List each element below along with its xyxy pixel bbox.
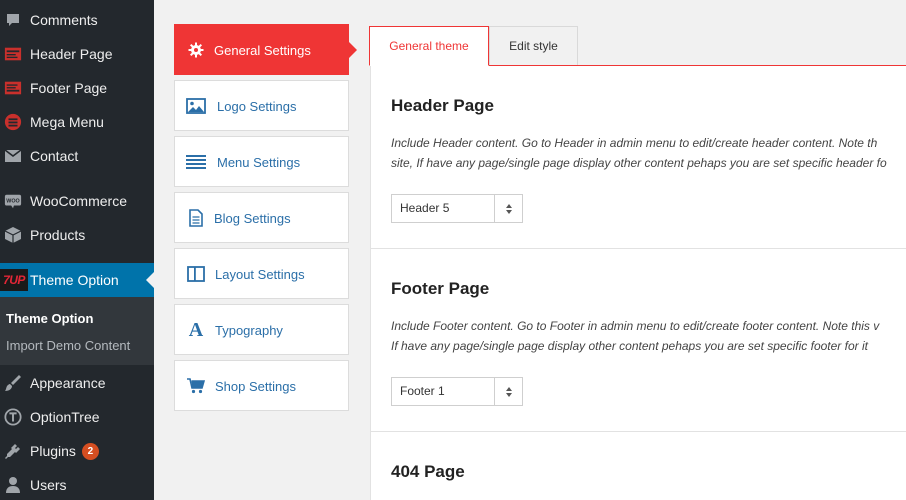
sidebar-item-label: OptionTree xyxy=(30,409,100,425)
sidebar-item-users[interactable]: Users xyxy=(0,468,154,500)
svg-text:WOO: WOO xyxy=(6,198,19,204)
sidebar-item-contact[interactable]: Contact xyxy=(0,139,154,173)
sidebar-item-label: Mega Menu xyxy=(30,114,104,130)
up-down-arrows-icon xyxy=(494,378,522,405)
sidebar-item-label: Appearance xyxy=(30,375,106,391)
user-icon xyxy=(4,476,22,494)
sidebar-item-mega-menu[interactable]: Mega Menu xyxy=(0,105,154,139)
sidebar-item-label: Contact xyxy=(30,148,79,164)
optiontree-icon xyxy=(4,408,22,426)
tab-edit-style[interactable]: Edit style xyxy=(489,26,578,66)
desc-line: If have any page/single page display oth… xyxy=(391,339,868,353)
settings-nav-label: Typography xyxy=(215,323,283,338)
sidebar-item-label: WooCommerce xyxy=(30,193,127,209)
cart-icon xyxy=(186,377,206,395)
section-title-404-page: 404 Page xyxy=(391,462,465,481)
woocommerce-icon: WOO xyxy=(4,192,22,210)
section-divider xyxy=(371,431,906,432)
menu-lines-icon xyxy=(186,153,206,171)
header-page-icon xyxy=(4,45,22,63)
sidebar-item-appearance[interactable]: Appearance xyxy=(0,366,154,400)
settings-nav-menu[interactable]: Menu Settings xyxy=(174,136,349,187)
select-value: Header 5 xyxy=(400,201,450,215)
desc-line: site, If have any page/single page displ… xyxy=(391,156,887,170)
section-divider xyxy=(371,248,906,249)
document-icon xyxy=(186,209,206,227)
7up-logo-icon: 7UP xyxy=(0,269,28,291)
settings-nav-label: Layout Settings xyxy=(215,267,305,282)
mega-menu-icon xyxy=(4,113,22,131)
sidebar-item-label: Products xyxy=(30,227,86,243)
sidebar-item-comments[interactable]: Comments xyxy=(0,3,154,37)
sidebar-item-woocommerce[interactable]: WOO WooCommerce xyxy=(0,184,154,218)
logo-text: 7UP xyxy=(0,269,28,291)
settings-nav-typography[interactable]: A Typography xyxy=(174,304,349,355)
desc-line: Include Footer content. Go to Footer in … xyxy=(391,319,880,333)
sidebar-item-label-text: Plugins xyxy=(30,443,76,459)
section-desc-footer-page: Include Footer content. Go to Footer in … xyxy=(391,316,906,356)
section-desc-header-page: Include Header content. Go to Header in … xyxy=(391,133,906,173)
settings-nav-shop[interactable]: Shop Settings xyxy=(174,360,349,411)
sidebar-item-label: Plugins 2 xyxy=(30,434,99,468)
sidebar-item-label: Users xyxy=(30,477,67,493)
settings-nav-layout[interactable]: Layout Settings xyxy=(174,248,349,299)
sidebar-item-footer-page[interactable]: Footer Page xyxy=(0,71,154,105)
settings-nav-logo[interactable]: Logo Settings xyxy=(174,80,349,131)
sidebar-item-products[interactable]: Products xyxy=(0,218,154,252)
sidebar-item-label: Footer Page xyxy=(30,80,108,96)
cube-icon xyxy=(4,226,22,244)
footer-page-select[interactable]: Footer 1 xyxy=(391,377,523,406)
columns-icon xyxy=(186,265,206,283)
sidebar-item-label: Comments xyxy=(30,12,98,28)
settings-nav-label: Blog Settings xyxy=(214,211,291,226)
settings-nav-label: Logo Settings xyxy=(217,99,297,114)
submenu-item-theme-option[interactable]: Theme Option xyxy=(6,311,93,326)
envelope-icon xyxy=(4,147,22,165)
footer-page-icon xyxy=(4,79,22,97)
plugins-update-badge: 2 xyxy=(81,443,99,460)
settings-nav-blog[interactable]: Blog Settings xyxy=(174,192,349,243)
section-title-footer-page: Footer Page xyxy=(391,279,490,298)
sidebar-item-theme-option[interactable]: 7UP Theme Option xyxy=(0,263,154,297)
image-icon xyxy=(186,97,206,115)
sidebar-item-plugins[interactable]: Plugins 2 xyxy=(0,434,154,468)
paintbrush-icon xyxy=(4,374,22,392)
settings-nav-label: Shop Settings xyxy=(215,379,296,394)
typography-icon: A xyxy=(186,319,206,341)
submenu-item-import-demo[interactable]: Import Demo Content xyxy=(6,338,130,353)
settings-content-panel: Header Page Include Header content. Go t… xyxy=(370,66,906,500)
up-down-arrows-icon xyxy=(494,195,522,222)
theme-option-submenu: Theme Option Import Demo Content xyxy=(0,297,154,365)
tab-general-theme[interactable]: General theme xyxy=(369,26,489,66)
gear-icon xyxy=(186,41,206,59)
settings-nav-general[interactable]: General Settings xyxy=(174,24,357,75)
settings-nav-label: General Settings xyxy=(214,43,311,58)
admin-sidebar: Comments Header Page Footer Page Mega Me… xyxy=(0,0,154,500)
select-value: Footer 1 xyxy=(400,384,445,398)
plug-icon xyxy=(4,442,22,460)
desc-line: Include Header content. Go to Header in … xyxy=(391,136,878,150)
header-page-select[interactable]: Header 5 xyxy=(391,194,523,223)
typography-glyph: A xyxy=(188,319,204,341)
sidebar-item-label: Header Page xyxy=(30,46,113,62)
sidebar-item-optiontree[interactable]: OptionTree xyxy=(0,400,154,434)
sidebar-item-label: Theme Option xyxy=(30,272,119,288)
section-title-header-page: Header Page xyxy=(391,96,494,115)
comment-bubble-icon xyxy=(4,11,22,29)
settings-nav-label: Menu Settings xyxy=(217,155,301,170)
sidebar-item-header-page[interactable]: Header Page xyxy=(0,37,154,71)
